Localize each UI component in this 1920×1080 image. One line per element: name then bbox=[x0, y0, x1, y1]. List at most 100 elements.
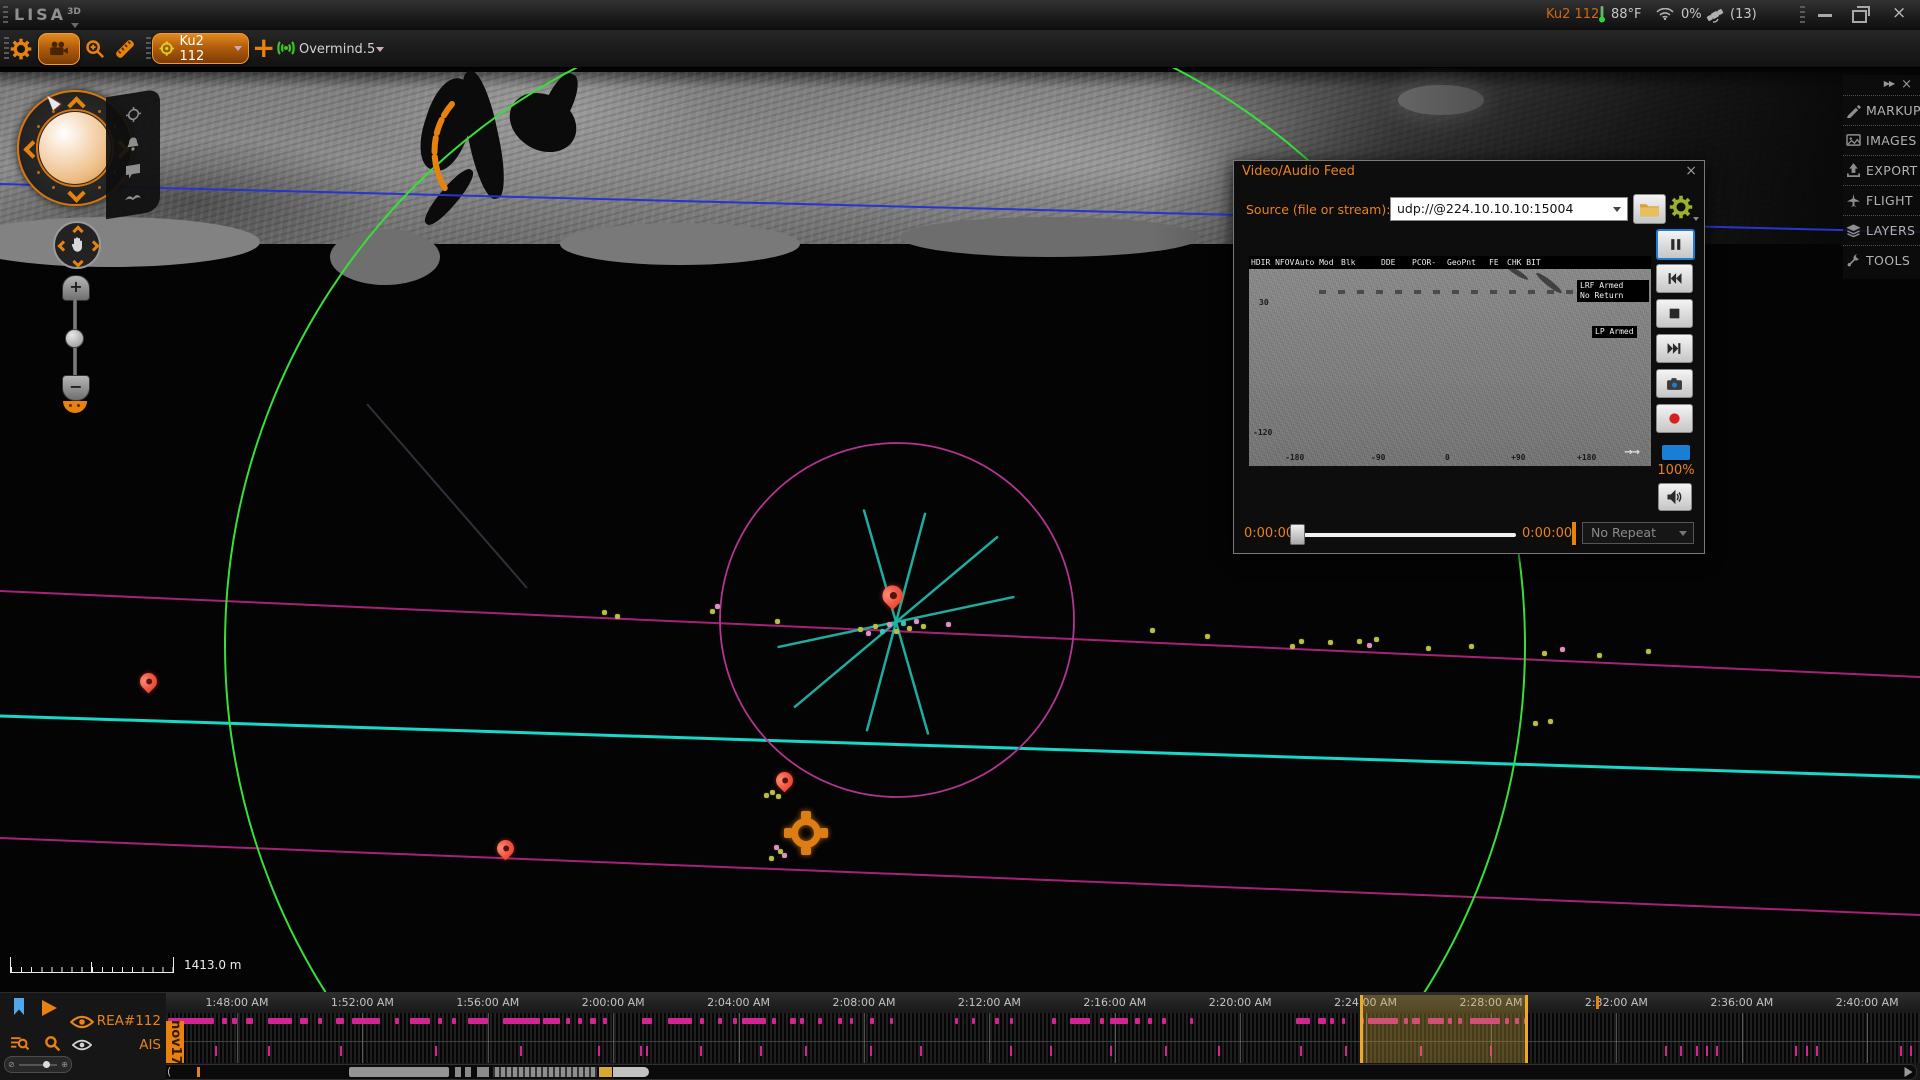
filter-search-icon[interactable] bbox=[10, 1035, 29, 1052]
timeline-zoom-handle[interactable] bbox=[43, 1061, 50, 1068]
track-dot bbox=[1548, 719, 1553, 724]
bell-icon[interactable] bbox=[125, 134, 141, 153]
video-audio-feed-panel: Video/Audio Feed × Source (file or strea… bbox=[1233, 160, 1705, 554]
rea-event-mark bbox=[718, 1018, 722, 1024]
scroll-minimap[interactable] bbox=[493, 1067, 597, 1077]
pan-hand-widget[interactable] bbox=[53, 221, 101, 269]
scroll-segment[interactable] bbox=[349, 1067, 449, 1077]
add-tab-button[interactable]: + bbox=[252, 31, 275, 64]
rail-item-flight[interactable]: FLIGHT bbox=[1843, 185, 1920, 215]
crosshair-icon[interactable] bbox=[125, 104, 142, 124]
settings-button[interactable] bbox=[8, 36, 34, 62]
rea-event-mark bbox=[222, 1018, 227, 1024]
timeline-scrollbar[interactable]: ( bbox=[150, 1064, 1917, 1080]
skip-back-button[interactable] bbox=[1656, 264, 1693, 293]
track-dot bbox=[1542, 651, 1547, 656]
target-stub bbox=[801, 847, 811, 855]
rail-item-markup[interactable]: MARKUP bbox=[1843, 95, 1920, 125]
volume-indicator[interactable] bbox=[1662, 445, 1690, 460]
scroll-segment[interactable] bbox=[455, 1067, 461, 1077]
stop-button[interactable] bbox=[1656, 299, 1693, 328]
rea-event-mark bbox=[246, 1018, 253, 1024]
zoom-in-button[interactable]: + bbox=[62, 275, 90, 301]
ais-event-mark bbox=[520, 1046, 522, 1056]
map-pin[interactable] bbox=[136, 669, 161, 696]
tab-ku2-112[interactable]: Ku2 112 bbox=[152, 33, 249, 64]
gimbal-target-marker[interactable] bbox=[784, 811, 828, 855]
video-frame[interactable]: HDIR NFOV Auto Mod Blk DDE PCOR- GeoPnt FE CHK … bbox=[1249, 256, 1651, 466]
visibility-eye-rea-icon[interactable] bbox=[70, 1015, 94, 1029]
compass-sphere[interactable] bbox=[39, 112, 111, 184]
scroll-segment[interactable] bbox=[477, 1067, 489, 1077]
scroll-segment[interactable] bbox=[465, 1067, 471, 1077]
seek-slider-track[interactable] bbox=[1296, 533, 1516, 537]
ais-event-mark bbox=[920, 1046, 922, 1056]
hud-no-return: No Return bbox=[1580, 291, 1624, 300]
track-dot bbox=[1367, 643, 1372, 648]
rail-item-images[interactable]: IMAGES bbox=[1843, 125, 1920, 155]
rea-event-mark bbox=[995, 1018, 999, 1024]
timeline-selection[interactable] bbox=[1360, 995, 1528, 1063]
bird-icon[interactable] bbox=[124, 191, 142, 204]
source-combobox[interactable]: udp://@224.10.10.10:15004 bbox=[1390, 197, 1628, 221]
repeat-mode-dropdown[interactable]: No Repeat bbox=[1582, 522, 1694, 544]
chevron-down-icon[interactable] bbox=[234, 46, 242, 51]
rea-event-mark bbox=[300, 1018, 308, 1024]
search-icon[interactable] bbox=[44, 1035, 61, 1052]
snapshot-button[interactable] bbox=[1656, 369, 1693, 398]
pause-button[interactable] bbox=[1656, 229, 1695, 260]
panel-close-button[interactable]: × bbox=[1685, 163, 1697, 179]
rail-item-export[interactable]: EXPORT bbox=[1843, 155, 1920, 185]
browse-file-button[interactable] bbox=[1633, 194, 1666, 224]
minimize-button[interactable] bbox=[1818, 14, 1832, 17]
chat-bubble-icon[interactable] bbox=[125, 163, 141, 181]
close-button[interactable]: × bbox=[1892, 3, 1907, 23]
seek-slider-handle[interactable] bbox=[1290, 524, 1305, 545]
repeat-divider bbox=[1572, 522, 1576, 545]
timeline-gridline bbox=[613, 1013, 615, 1063]
pin-icon bbox=[878, 581, 908, 611]
zoom-out-button[interactable]: − bbox=[62, 375, 90, 401]
timeline-play-button[interactable] bbox=[42, 1000, 57, 1016]
restore-button[interactable] bbox=[1852, 6, 1870, 23]
track-label-ais[interactable]: AIS bbox=[139, 1037, 161, 1053]
timeline-date-tag[interactable]: nov17 bbox=[166, 1020, 184, 1064]
measure-tool-button[interactable] bbox=[112, 36, 138, 62]
combobox-chevron-icon[interactable] bbox=[1613, 207, 1621, 212]
ais-event-mark bbox=[1218, 1046, 1220, 1056]
track-label-rea[interactable]: REA#112 bbox=[97, 1013, 161, 1029]
zoom-in-mini-icon[interactable]: ⊕ bbox=[61, 1060, 68, 1069]
scroll-thumb[interactable] bbox=[613, 1067, 649, 1077]
speaker-button[interactable] bbox=[1658, 483, 1692, 511]
rail-item-layers[interactable]: LAYERS bbox=[1843, 215, 1920, 245]
bookmark-icon[interactable] bbox=[14, 998, 24, 1015]
zoom-slider-handle[interactable] bbox=[65, 329, 84, 348]
target-ring bbox=[791, 818, 821, 848]
close-icon: × bbox=[1892, 3, 1907, 23]
record-button[interactable] bbox=[1656, 404, 1693, 433]
timeline-tracks[interactable] bbox=[150, 1013, 1920, 1063]
scroll-selection-segment[interactable] bbox=[599, 1067, 612, 1077]
zoom-tool-button[interactable] bbox=[82, 36, 108, 62]
rail-close-icon[interactable]: × bbox=[1901, 77, 1912, 92]
zoom-out-mini-icon[interactable]: ⊘ bbox=[8, 1060, 15, 1069]
overmind-chevron-icon[interactable] bbox=[376, 47, 384, 52]
titlebar-grip[interactable] bbox=[3, 6, 8, 24]
map-pin[interactable] bbox=[493, 836, 518, 863]
rail-item-tools[interactable]: TOOLS bbox=[1843, 245, 1920, 275]
rail-collapse-icon[interactable]: ▶▶ bbox=[1884, 79, 1895, 88]
timeline-ruler[interactable]: 1:48:00 AM 1:52:00 AM 1:56:00 AM 2:00:00 AM… bbox=[150, 993, 1920, 1014]
map-pin[interactable] bbox=[772, 768, 797, 795]
video-tool-button[interactable] bbox=[38, 33, 80, 65]
tab-overmind[interactable]: Overmind.5 bbox=[299, 42, 375, 57]
feed-settings-button[interactable] bbox=[1669, 195, 1699, 223]
timeline-left-controls: REA#112 AIS ⊘ ⊕ bbox=[0, 993, 166, 1080]
map-pin[interactable] bbox=[878, 581, 908, 614]
scroll-right-icon[interactable] bbox=[1904, 1067, 1913, 1077]
timeline-gridline bbox=[1240, 1013, 1242, 1063]
skip-forward-button[interactable] bbox=[1656, 334, 1693, 363]
ais-event-mark bbox=[1706, 1046, 1708, 1056]
visibility-eye-ais-icon[interactable] bbox=[72, 1039, 92, 1051]
timeline-zoom-slider[interactable]: ⊘ ⊕ bbox=[4, 1056, 72, 1073]
timeline-zoom-track[interactable] bbox=[19, 1064, 57, 1066]
